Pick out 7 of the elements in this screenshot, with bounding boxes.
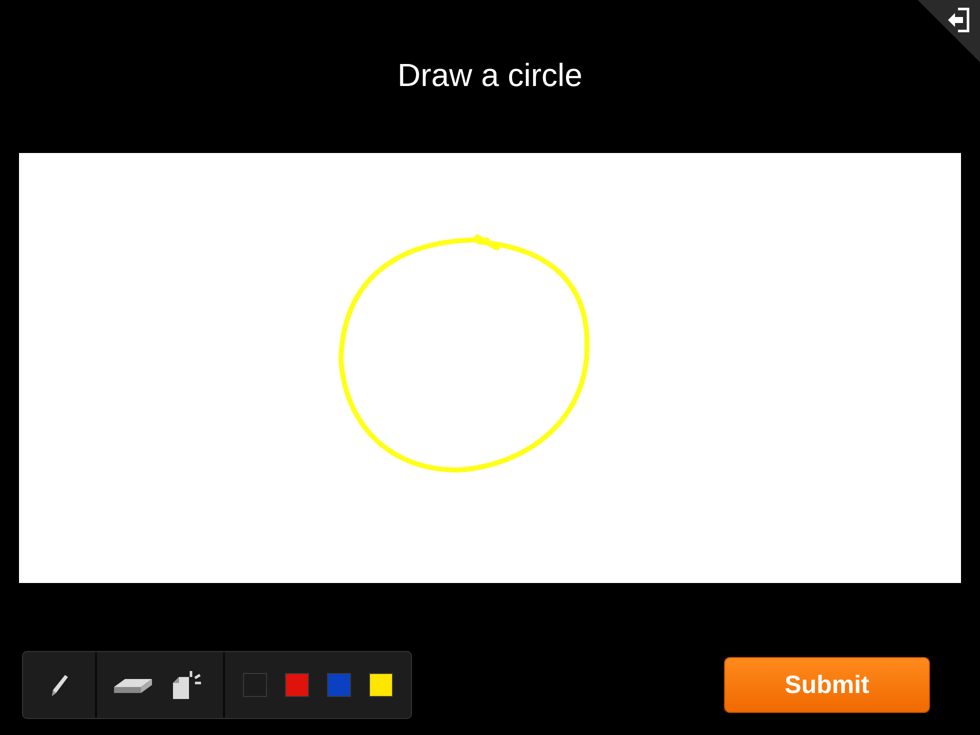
submit-button[interactable]: Submit xyxy=(724,657,930,713)
color-swatch[interactable] xyxy=(327,673,351,697)
blank-page-icon xyxy=(171,669,203,701)
color-swatch[interactable] xyxy=(285,673,309,697)
color-swatch[interactable] xyxy=(369,673,393,697)
color-swatch[interactable] xyxy=(243,673,267,697)
prompt-title: Draw a circle xyxy=(398,56,582,95)
